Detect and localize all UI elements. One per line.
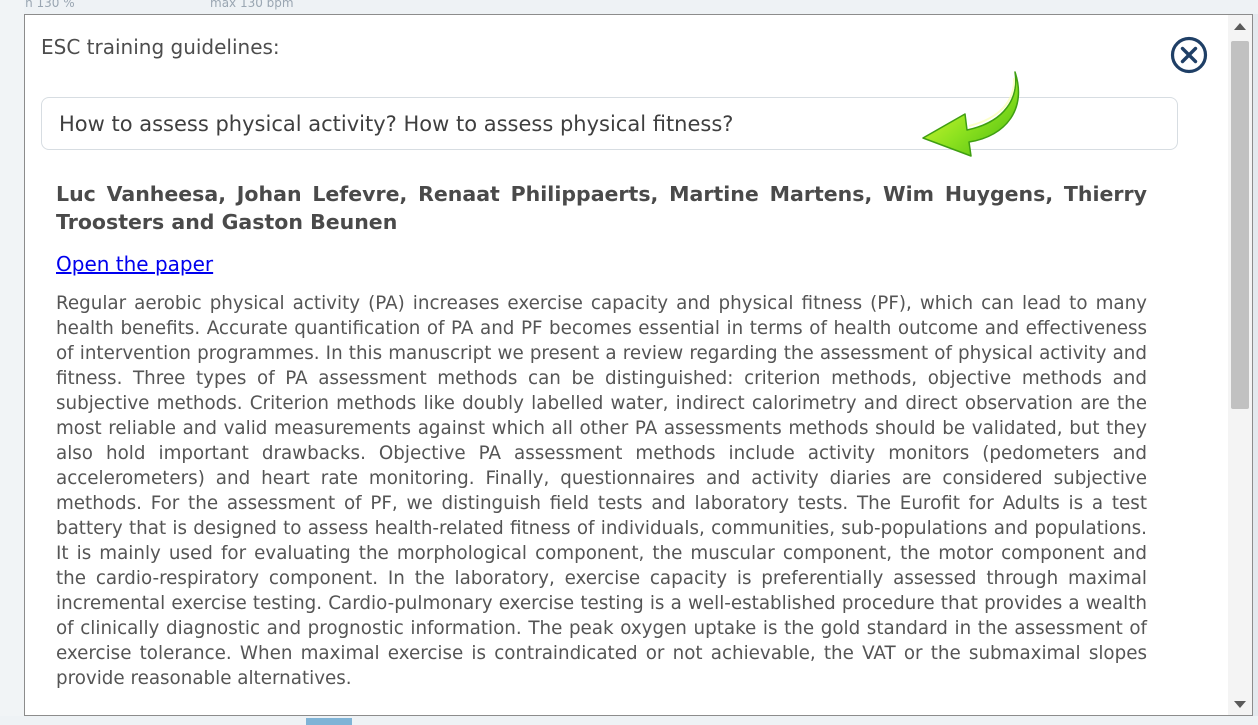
scroll-up-arrow-icon[interactable]: [1234, 23, 1246, 30]
question-text: How to assess physical activity? How to …: [59, 112, 734, 136]
close-button[interactable]: [1169, 35, 1209, 75]
scroll-down-arrow-icon[interactable]: [1234, 701, 1246, 708]
open-paper-link[interactable]: Open the paper: [56, 252, 213, 276]
paper-content: Luc Vanheesa, Johan Lefevre, Renaat Phil…: [56, 180, 1147, 691]
green-arrow-icon: [922, 71, 1020, 157]
vertical-scrollbar[interactable]: [1228, 15, 1252, 715]
background-page-bottom: [0, 716, 1258, 725]
paper-modal: ESC training guidelines: How to assess p…: [24, 14, 1253, 716]
close-circle-icon: [1170, 36, 1208, 74]
background-fragment-right: max 130 bpm: [210, 0, 294, 10]
background-page-strip: /min 130 % max 130 bpm: [0, 0, 1258, 14]
scroll-thumb[interactable]: [1231, 41, 1249, 409]
background-page-left: [0, 0, 24, 725]
modal-title: ESC training guidelines:: [41, 35, 280, 59]
background-tab: [306, 718, 352, 725]
paper-abstract: Regular aerobic physical activity (PA) i…: [56, 293, 1147, 689]
paper-authors: Luc Vanheesa, Johan Lefevre, Renaat Phil…: [56, 182, 1147, 234]
